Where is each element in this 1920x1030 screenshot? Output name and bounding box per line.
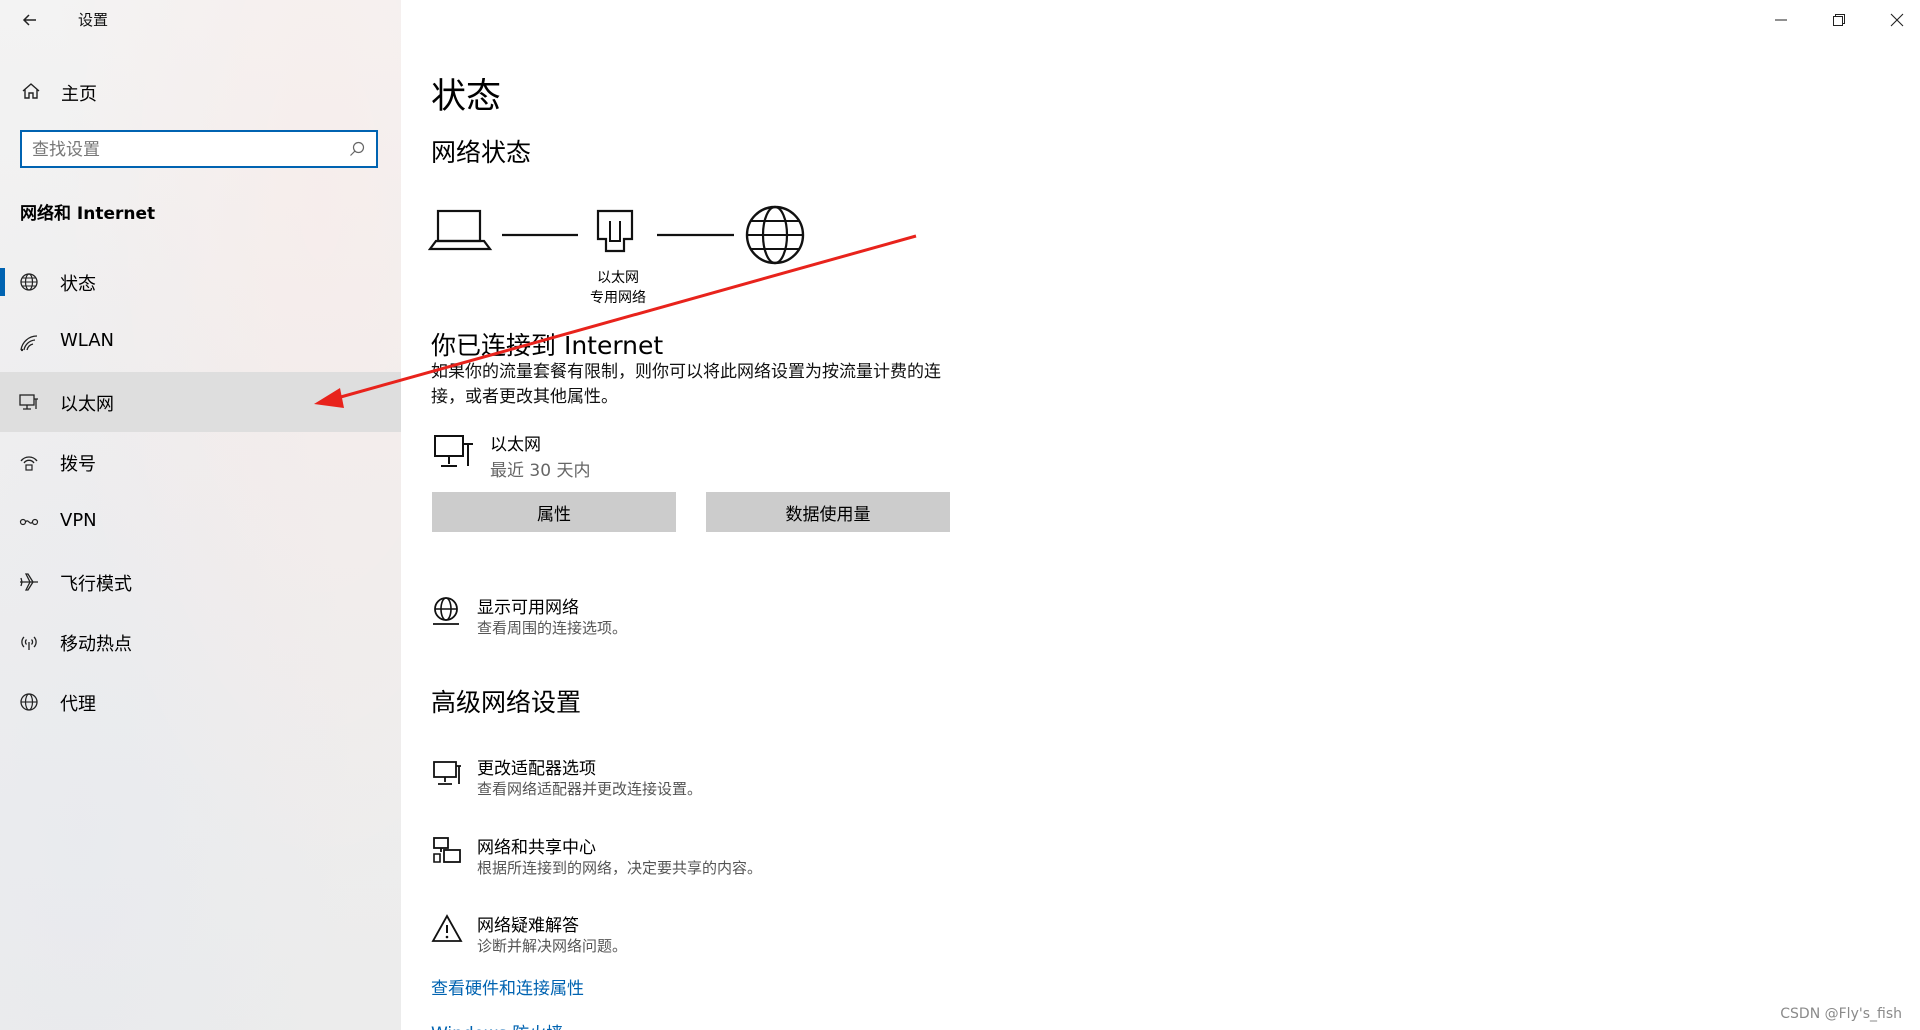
row-title: 网络和共享中心 — [477, 838, 596, 858]
home-icon — [20, 80, 42, 102]
sidebar-item-label: 代理 — [60, 694, 96, 715]
connected-description: 如果你的流量套餐有限制，则你可以将此网络设置为按流量计费的连接，或者更改其他属性… — [431, 362, 941, 407]
wifi-icon — [18, 331, 40, 353]
globe-icon — [18, 691, 40, 713]
data-usage-button[interactable]: 数据使用量 — [706, 492, 950, 532]
network-troubleshooter[interactable]: 网络疑难解答 诊断并解决网络问题。 — [431, 911, 951, 961]
watermark: CSDN @Fly's_fish — [1780, 1006, 1902, 1022]
search-input[interactable] — [30, 137, 334, 163]
sidebar-item-label: 飞行模式 — [60, 574, 132, 595]
windows-firewall-link[interactable]: Windows 防火墙 — [431, 1019, 563, 1030]
sidebar-item-airplane[interactable]: 飞行模式 — [0, 552, 401, 612]
active-indicator — [0, 268, 5, 296]
sidebar-item-label: 状态 — [60, 274, 96, 295]
sidebar-item-proxy[interactable]: 代理 — [0, 672, 401, 732]
minimize-icon — [1775, 19, 1787, 21]
laptop-icon — [428, 209, 493, 251]
window-title: 设置 — [78, 11, 109, 29]
hotspot-icon — [18, 631, 40, 653]
row-subtitle: 查看网络适配器并更改连接设置。 — [477, 780, 703, 798]
vpn-icon — [18, 511, 40, 533]
sidebar-item-label: 以太网 — [60, 394, 114, 415]
row-title: 网络疑难解答 — [477, 916, 579, 936]
search-box[interactable] — [20, 130, 378, 168]
row-subtitle: 诊断并解决网络问题。 — [477, 937, 628, 955]
connection-name: 以太网 — [490, 435, 541, 455]
network-type-label: 专用网络 — [590, 290, 646, 306]
globe-network-icon — [431, 595, 463, 627]
adapter-label: 以太网 — [597, 270, 639, 286]
restore-button[interactable] — [1810, 0, 1868, 40]
advanced-heading: 高级网络设置 — [431, 688, 582, 717]
sidebar-item-hotspot[interactable]: 移动热点 — [0, 612, 401, 672]
show-networks-link[interactable]: 显示可用网络 查看周围的连接选项。 — [431, 593, 951, 643]
network-status-heading: 网络状态 — [431, 138, 532, 167]
warning-icon — [431, 913, 463, 945]
close-icon — [1890, 13, 1904, 27]
row-subtitle: 根据所连接到的网络，决定要共享的内容。 — [477, 859, 763, 877]
sidebar-item-status[interactable]: 状态 — [0, 252, 401, 312]
search-icon[interactable] — [348, 140, 366, 158]
network-sharing-center[interactable]: 网络和共享中心 根据所连接到的网络，决定要共享的内容。 — [431, 833, 951, 883]
sidebar-item-vpn[interactable]: VPN — [0, 492, 401, 552]
page-title: 状态 — [431, 77, 502, 117]
ethernet-adapter-icon — [433, 432, 475, 472]
restore-icon — [1833, 14, 1845, 26]
ethernet-icon — [18, 391, 40, 413]
internet-globe-icon — [745, 205, 805, 265]
change-adapter-options[interactable]: 更改适配器选项 查看网络适配器并更改连接设置。 — [431, 754, 951, 804]
airplane-icon — [18, 571, 40, 593]
sidebar-item-ethernet[interactable]: 以太网 — [0, 372, 401, 432]
back-button[interactable] — [14, 4, 46, 36]
dialup-icon — [18, 451, 40, 473]
adapter-icon — [431, 756, 463, 788]
close-button[interactable] — [1868, 0, 1920, 40]
home-label: 主页 — [61, 84, 97, 105]
sharing-center-icon — [431, 835, 463, 867]
router-icon — [596, 209, 634, 253]
show-networks-subtitle: 查看周围的连接选项。 — [477, 619, 628, 637]
connected-title: 你已连接到 Internet — [431, 331, 664, 360]
row-title: 更改适配器选项 — [477, 759, 596, 779]
sidebar: 设置 主页 网络和 Internet 状态 WLAN 以太网 拨号 — [0, 0, 401, 1030]
firewall-link-text: Windows 防火墙 — [431, 1019, 563, 1030]
sidebar-item-label: VPN — [60, 510, 97, 531]
connection-usage: 最近 30 天内 — [490, 461, 591, 481]
sidebar-item-label: WLAN — [60, 330, 115, 351]
back-arrow-icon — [22, 14, 36, 26]
globe-status-icon — [18, 271, 40, 293]
sidebar-item-dialup[interactable]: 拨号 — [0, 432, 401, 492]
network-diagram: 以太网 专用网络 — [428, 195, 928, 315]
properties-button[interactable]: 属性 — [432, 492, 676, 532]
sidebar-item-wlan[interactable]: WLAN — [0, 312, 401, 372]
sidebar-item-label: 移动热点 — [60, 634, 132, 655]
minimize-button[interactable] — [1752, 0, 1810, 40]
hardware-properties-link[interactable]: 查看硬件和连接属性 — [431, 974, 584, 999]
section-title: 网络和 Internet — [20, 204, 156, 224]
show-networks-title: 显示可用网络 — [477, 598, 579, 618]
sidebar-item-label: 拨号 — [60, 454, 96, 475]
